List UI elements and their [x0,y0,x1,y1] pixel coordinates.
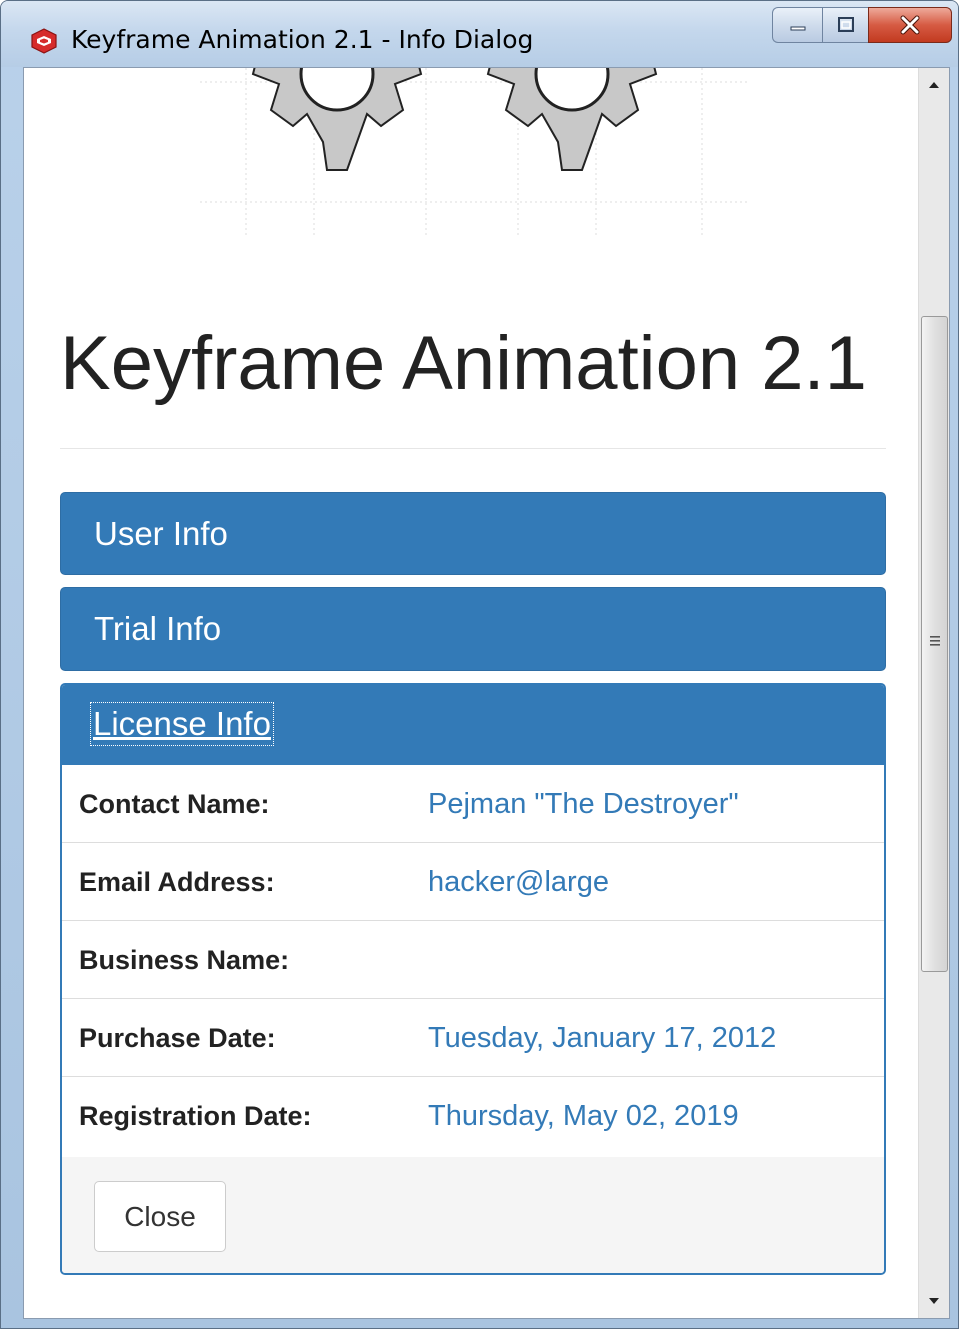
caption-buttons [772,7,952,43]
maximize-icon [837,17,854,32]
purchase-date-value: Tuesday, January 17, 2012 [428,1022,777,1054]
table-row: Contact Name: Pejman "The Destroyer" [62,765,884,843]
email-address-label: Email Address: [79,867,275,897]
vertical-scrollbar[interactable] [918,68,949,1318]
license-info-table: Contact Name: Pejman "The Destroyer" Ema… [62,765,884,1155]
registration-date-label: Registration Date: [79,1101,312,1131]
table-row: Registration Date: Thursday, May 02, 201… [62,1077,884,1155]
title-bar[interactable]: Keyframe Animation 2.1 - Info Dialog [1,1,958,67]
license-panel-footer: Close [62,1157,884,1273]
arrow-down-icon [929,1298,939,1304]
arrow-up-icon [929,82,939,88]
window-title: Keyframe Animation 2.1 - Info Dialog [71,25,534,54]
gears-logo-icon [200,68,750,238]
business-name-label: Business Name: [79,945,290,975]
license-info-link[interactable]: License Info [90,702,274,746]
close-icon [900,15,920,35]
sketchup-icon [31,28,57,54]
license-info-panel-heading: License Info [62,685,884,765]
contact-name-label: Contact Name: [79,789,270,819]
registration-date-value: Thursday, May 02, 2019 [428,1100,739,1132]
scroll-up-button[interactable] [919,68,949,102]
grip-icon [930,636,940,646]
table-row: Email Address: hacker@large [62,843,884,921]
dialog-window: Keyframe Animation 2.1 - Info Dialog Key… [0,0,959,1329]
page-title: Keyframe Animation 2.1 [60,321,867,406]
minimize-icon [790,26,805,31]
trial-info-panel-heading[interactable]: Trial Info [60,587,886,671]
close-window-button[interactable] [868,7,952,43]
trial-info-label: Trial Info [94,610,222,647]
dialog-client-area: Keyframe Animation 2.1 User Info Trial I… [23,67,950,1319]
purchase-date-label: Purchase Date: [79,1023,276,1053]
minimize-button[interactable] [772,7,822,43]
user-info-label: User Info [94,514,228,552]
contact-name-value: Pejman "The Destroyer" [428,788,739,820]
close-button[interactable]: Close [94,1181,226,1252]
user-info-panel-heading[interactable]: User Info [60,492,886,575]
dialog-content: Keyframe Animation 2.1 User Info Trial I… [24,68,918,1318]
scroll-down-button[interactable] [919,1284,949,1318]
email-address-value: hacker@large [428,866,609,898]
title-divider [60,448,886,449]
license-info-panel: License Info Contact Name: Pejman "The D… [60,683,886,1275]
table-row: Purchase Date: Tuesday, January 17, 2012 [62,999,884,1077]
table-row: Business Name: [62,921,884,999]
maximize-button[interactable] [822,7,868,43]
scrollbar-thumb[interactable] [921,316,948,972]
